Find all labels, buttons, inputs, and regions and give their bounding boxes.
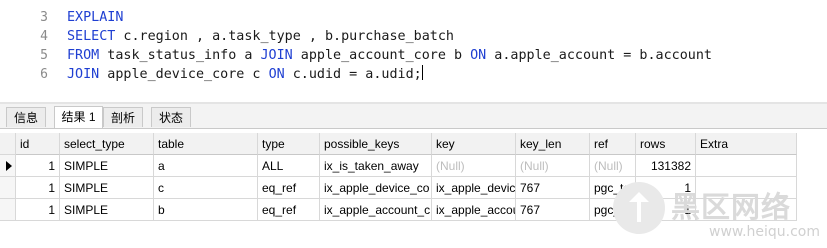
sql-keyword: ON	[470, 48, 487, 63]
grid-cell-select-type[interactable]: SIMPLE	[60, 199, 154, 221]
column-header-table[interactable]: table	[154, 133, 258, 155]
tab-profile[interactable]: 剖析	[103, 107, 143, 127]
grid-cell-id[interactable]: 1	[16, 155, 60, 177]
sql-keyword: JOIN	[67, 67, 100, 82]
sql-text: c.udid = a.udid;	[284, 67, 422, 82]
watermark-url: www.heiqu.com	[709, 224, 821, 240]
current-row-arrow-icon	[6, 161, 12, 171]
grid-cell-select-type[interactable]: SIMPLE	[60, 177, 154, 199]
column-header-ref[interactable]: ref	[590, 133, 636, 155]
grid-cell-possible-keys[interactable]: ix_is_taken_away	[320, 155, 432, 177]
grid-cell-type[interactable]: eq_ref	[258, 199, 320, 221]
grid-cell-ref[interactable]: (Null)	[590, 155, 636, 177]
sql-text: apple_account_core b	[292, 48, 471, 63]
grid-cell-table[interactable]: b	[154, 199, 258, 221]
line-number: 4	[40, 29, 48, 44]
watermark-logo	[613, 182, 665, 234]
code-line: FROM task_status_info a JOIN apple_accou…	[67, 46, 712, 65]
watermark: 黑区网络 www.heiqu.com	[613, 182, 827, 248]
sql-text: apple_device_core c	[99, 67, 269, 82]
sql-text: task_status_info a	[99, 48, 261, 63]
grid-cell-key[interactable]: (Null)	[432, 155, 516, 177]
result-tab-bar: 信息 结果 1 剖析 状态	[0, 104, 827, 129]
tab-status[interactable]: 状态	[151, 107, 191, 127]
grid-cell-type[interactable]: eq_ref	[258, 177, 320, 199]
line-number: 6	[40, 67, 48, 82]
grid-cell-id[interactable]: 1	[16, 199, 60, 221]
grid-cell-table[interactable]: a	[154, 155, 258, 177]
row-selector[interactable]	[0, 199, 16, 221]
grid-cell-possible-keys[interactable]: ix_apple_device_co	[320, 177, 432, 199]
line-number: 3	[40, 10, 48, 25]
grid-cell-key[interactable]: ix_apple_accou	[432, 199, 516, 221]
grid-cell-key-len[interactable]: (Null)	[516, 155, 590, 177]
row-selector[interactable]	[0, 155, 16, 177]
sql-editor[interactable]: 3 4 5 6 EXPLAIN SELECT c.region , a.task_typ…	[0, 0, 827, 100]
text-cursor	[421, 65, 423, 80]
tab-info[interactable]: 信息	[6, 107, 46, 127]
sql-keyword: ON	[268, 67, 285, 82]
grid-cell-key-len[interactable]: 767	[516, 177, 590, 199]
grid-corner	[0, 133, 16, 155]
grid-cell-id[interactable]: 1	[16, 177, 60, 199]
code-line: SELECT c.region , a.task_type , b.purcha…	[67, 27, 454, 46]
grid-cell-key[interactable]: ix_apple_devic	[432, 177, 516, 199]
sql-keyword: SELECT	[67, 29, 116, 44]
line-number-gutter: 3 4 5 6	[0, 0, 58, 100]
sql-keyword: JOIN	[260, 48, 293, 63]
grid-cell-possible-keys[interactable]: ix_apple_account_c	[320, 199, 432, 221]
tab-result-1[interactable]: 结果 1	[54, 106, 103, 128]
sql-text: a.apple_account = b.account	[486, 48, 712, 63]
column-header-id[interactable]: id	[16, 133, 60, 155]
column-header-key[interactable]: key	[432, 133, 516, 155]
column-header-rows[interactable]: rows	[636, 133, 696, 155]
column-header-extra[interactable]: Extra	[696, 133, 797, 155]
grid-cell-select-type[interactable]: SIMPLE	[60, 155, 154, 177]
column-header-select-type[interactable]: select_type	[60, 133, 154, 155]
watermark-logo-icon	[629, 192, 649, 222]
row-selector[interactable]	[0, 177, 16, 199]
code-line: EXPLAIN	[67, 8, 123, 27]
grid-cell-type[interactable]: ALL	[258, 155, 320, 177]
sql-keyword: EXPLAIN	[67, 10, 124, 25]
column-header-key-len[interactable]: key_len	[516, 133, 590, 155]
sql-text: c.region , a.task_type , b.purchase_batc…	[115, 29, 454, 44]
line-number: 5	[40, 48, 48, 63]
grid-cell-key-len[interactable]: 767	[516, 199, 590, 221]
table-row[interactable]: 1 SIMPLE a ALL ix_is_taken_away (Null) (Null)(…	[0, 155, 797, 177]
sql-keyword: FROM	[67, 48, 100, 63]
watermark-title: 黑区网络	[671, 190, 792, 224]
grid-cell-table[interactable]: c	[154, 177, 258, 199]
column-header-type[interactable]: type	[258, 133, 320, 155]
grid-cell-extra[interactable]	[696, 155, 797, 177]
grid-cell-rows[interactable]: 131382	[636, 155, 696, 177]
column-header-possible-keys[interactable]: possible_keys	[320, 133, 432, 155]
grid-header-row: id select_type table type possible_keys key ke…	[0, 133, 797, 155]
code-line: JOIN apple_device_core c ON c.udid = a.u…	[67, 65, 423, 84]
